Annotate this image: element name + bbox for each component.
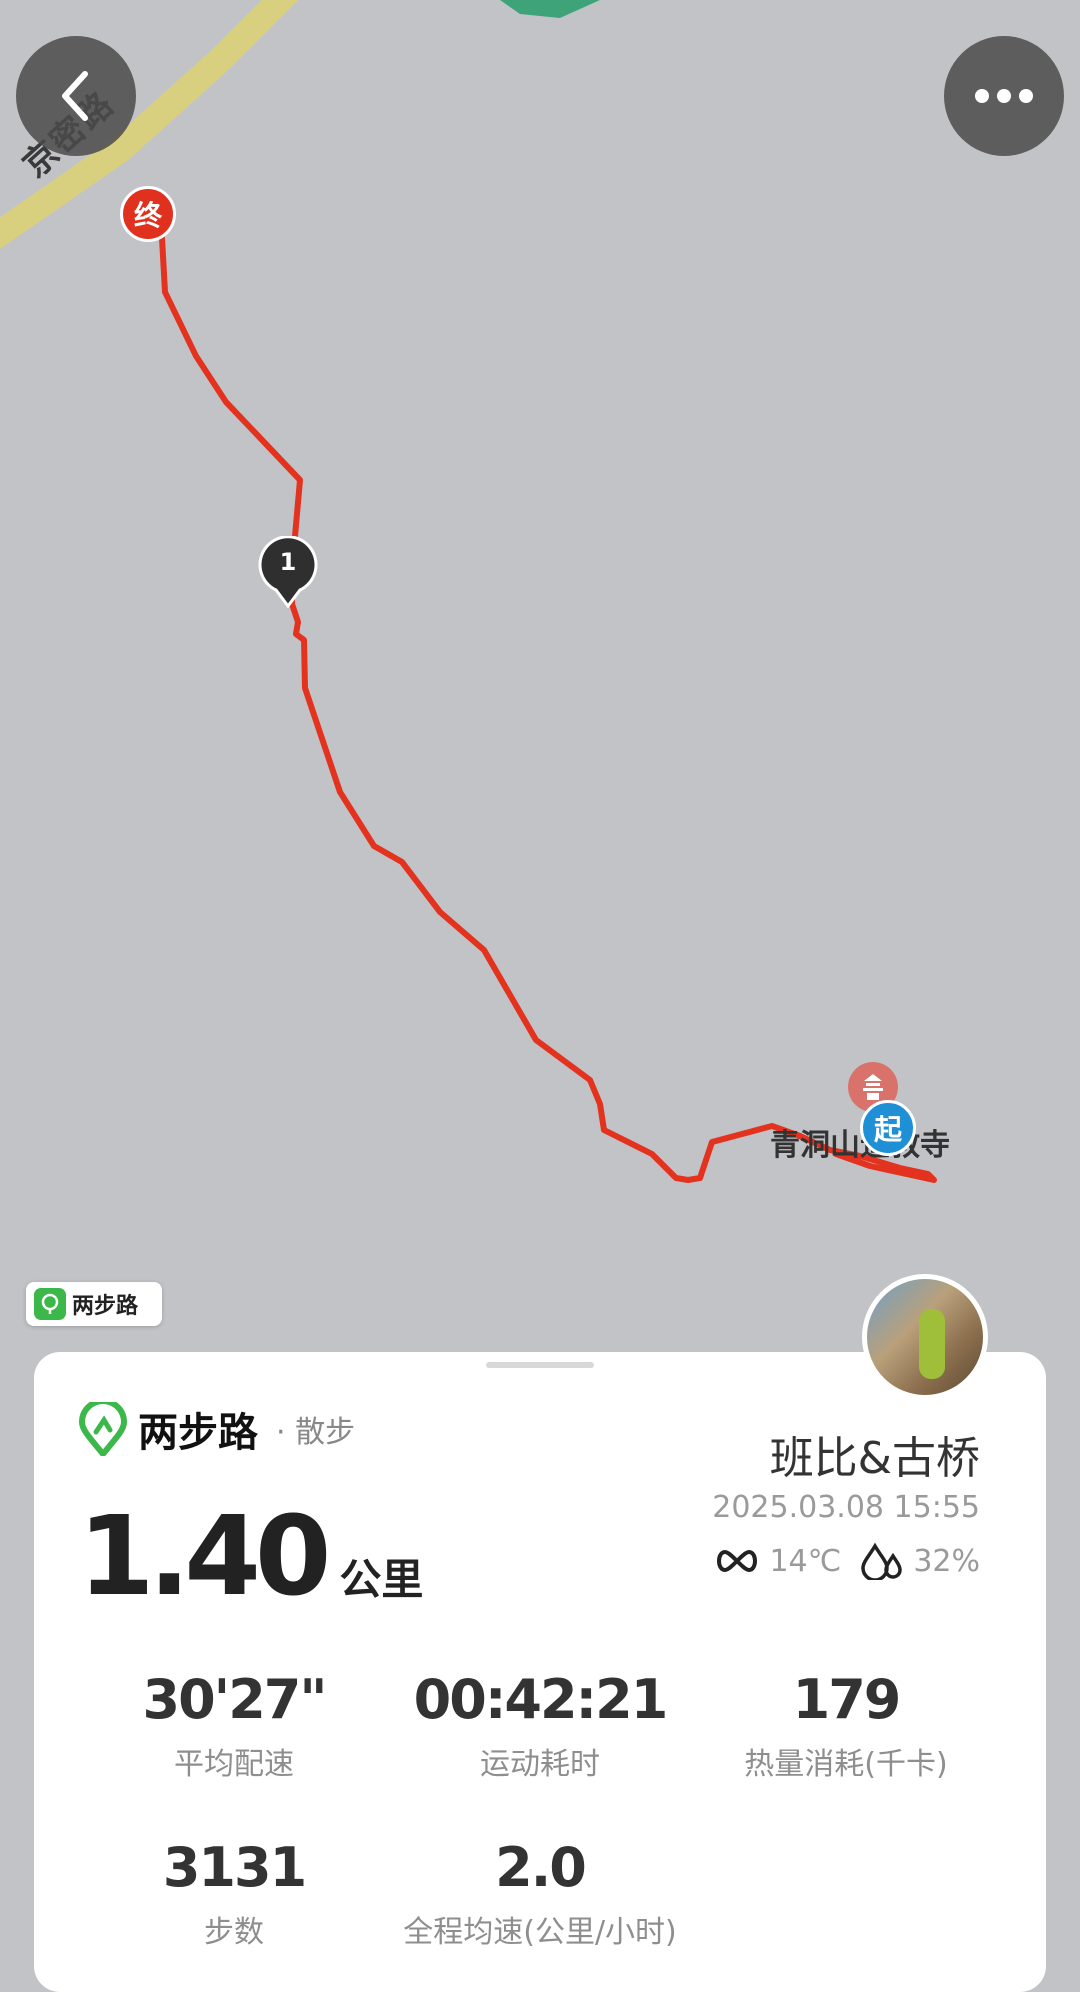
map-brand-chip: 两步路 xyxy=(26,1282,162,1326)
end-marker[interactable]: 终 xyxy=(120,186,176,242)
stat-label: 热量消耗(千卡) xyxy=(744,1747,948,1782)
more-button[interactable] xyxy=(944,36,1064,156)
stat-label: 步数 xyxy=(204,1915,264,1950)
avatar[interactable] xyxy=(862,1274,988,1400)
stat-calories: 179 热量消耗(千卡) xyxy=(696,1668,996,1783)
user-name: 班比&古桥 xyxy=(769,1433,980,1484)
stat-value: 179 xyxy=(792,1668,902,1731)
park-area xyxy=(500,0,600,18)
distance-summary: 1.40 公里 xyxy=(78,1492,423,1620)
brand-name: 两步路 xyxy=(138,1410,258,1456)
weather-info: 14℃ 32% xyxy=(713,1542,980,1580)
more-horizontal-icon xyxy=(975,89,1033,103)
activity-type: · 散步 xyxy=(276,1415,356,1450)
humidity: 32% xyxy=(913,1543,980,1579)
stat-label: 全程均速(公里/小时) xyxy=(403,1915,677,1950)
stat-steps: 3131 步数 xyxy=(84,1836,384,1951)
stat-label: 运动耗时 xyxy=(480,1747,600,1782)
stat-value: 00:42:21 xyxy=(413,1668,669,1731)
back-button[interactable] xyxy=(16,36,136,156)
stat-duration: 00:42:21 运动耗时 xyxy=(390,1668,690,1783)
km-marker-label: 1 xyxy=(279,548,297,576)
stat-value: 2.0 xyxy=(495,1836,587,1899)
brand-logo-icon xyxy=(34,1288,66,1320)
workout-datetime: 2025.03.08 15:55 xyxy=(712,1490,980,1525)
stat-value: 30'27" xyxy=(142,1668,328,1731)
distance-value: 1.40 xyxy=(78,1492,331,1620)
km-marker[interactable]: 1 xyxy=(258,535,318,609)
humidity-icon xyxy=(861,1542,903,1580)
brand-logo-icon xyxy=(78,1402,128,1456)
distance-unit: 公里 xyxy=(339,1555,424,1604)
card-brand: 两步路 · 散步 xyxy=(78,1400,355,1458)
map-brand-label: 两步路 xyxy=(72,1294,139,1319)
cloud-icon xyxy=(717,1549,758,1573)
temperature: 14℃ xyxy=(769,1543,842,1579)
start-marker[interactable]: 起 xyxy=(860,1100,916,1156)
stat-label: 平均配速 xyxy=(174,1747,294,1782)
drag-handle[interactable] xyxy=(486,1362,594,1368)
route-track xyxy=(159,235,937,1183)
stat-avg-pace: 30'27" 平均配速 xyxy=(84,1668,384,1783)
workout-summary-card: 两步路 · 散步 班比&古桥 2025.03.08 15:55 14℃ 32% … xyxy=(34,1352,1046,1992)
stat-avg-speed: 2.0 全程均速(公里/小时) xyxy=(390,1836,690,1951)
stat-value: 3131 xyxy=(162,1836,307,1899)
chevron-left-icon xyxy=(62,71,88,121)
